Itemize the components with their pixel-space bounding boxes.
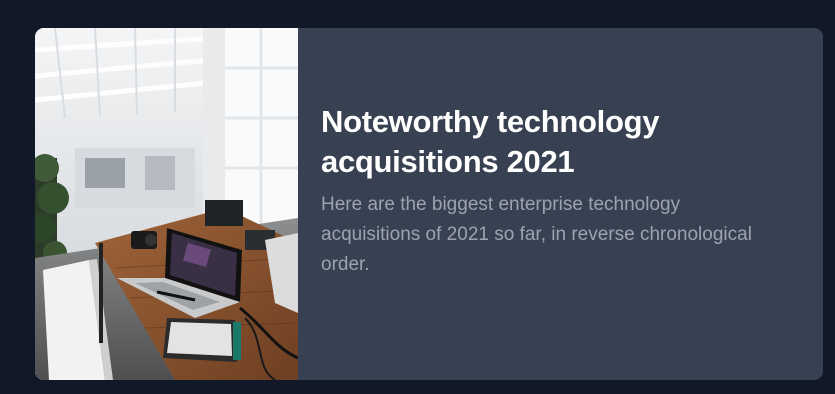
- card-title[interactable]: Noteworthy technology acquisitions 2021: [321, 102, 783, 182]
- article-card[interactable]: Noteworthy technology acquisitions 2021 …: [35, 28, 823, 380]
- card-image: [35, 28, 298, 380]
- card-body: Noteworthy technology acquisitions 2021 …: [298, 28, 823, 380]
- office-photo-illustration: [35, 28, 298, 380]
- card-description: Here are the biggest enterprise technolo…: [321, 194, 752, 275]
